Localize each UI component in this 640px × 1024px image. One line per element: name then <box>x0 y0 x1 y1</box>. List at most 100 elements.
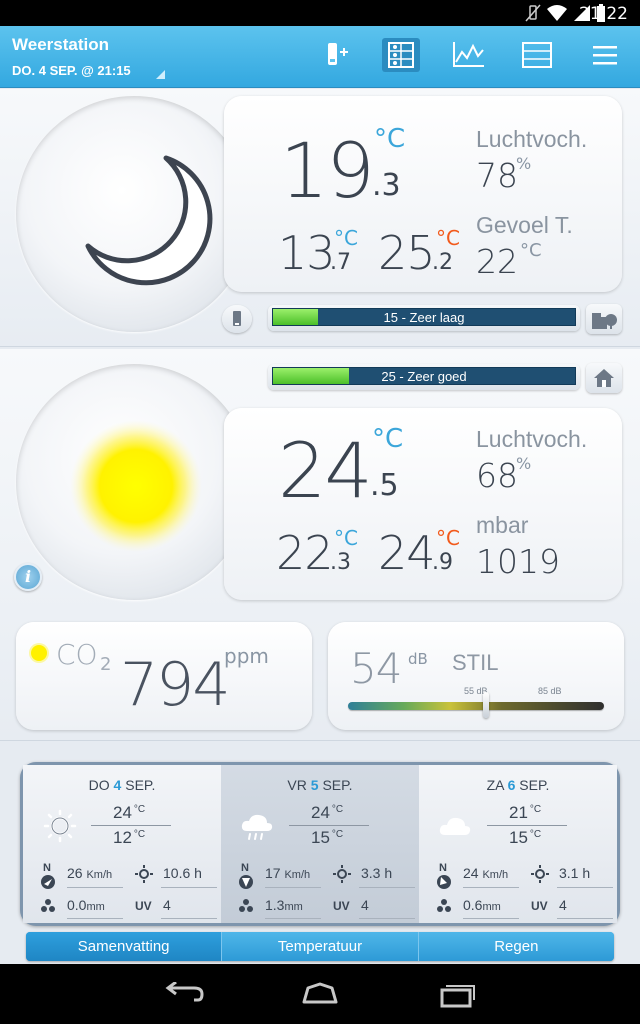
tab-samenvatting[interactable]: Samenvatting <box>26 932 223 961</box>
sunshine-icon <box>531 865 549 883</box>
indoor-comfort-fill <box>273 368 349 384</box>
outdoor-humidity-value: 78 <box>476 156 518 195</box>
forecast-wind: 17 Km/h <box>265 865 311 881</box>
outdoor-min-temperature: 13 <box>278 226 336 280</box>
status-time: 21:22 <box>579 4 628 24</box>
cloud-icon <box>439 817 471 835</box>
add-module-icon <box>328 43 348 65</box>
forecast-month: SEP. <box>125 777 156 793</box>
indoor-max-temperature-decimal: .9 <box>432 550 453 575</box>
outdoor-air-quality-fill <box>273 309 319 325</box>
forecast-dow: DO <box>88 777 110 793</box>
status-bar: 21:22 <box>0 0 640 26</box>
outdoor-temperature-unit: °C <box>374 124 406 154</box>
sun-icon <box>43 809 77 843</box>
forecast-rain: 0.0mm <box>67 897 105 913</box>
home-nav-icon[interactable] <box>300 982 340 1006</box>
outdoor-max-temperature: 25 <box>378 226 436 280</box>
forecast-uv: 4 <box>559 897 567 913</box>
forecast-high: 24 °C <box>311 803 344 822</box>
co2-label: CO <box>56 638 98 671</box>
city-tree-icon <box>592 313 617 329</box>
moon-icon <box>85 155 213 286</box>
tab-regen[interactable]: Regen <box>418 932 614 961</box>
graph-view-button[interactable] <box>450 38 488 72</box>
indoor-humidity-value: 68 <box>476 456 518 495</box>
outdoor-humidity-label: Luchtvoch. <box>476 126 588 152</box>
forecast-day[interactable]: VR 5 SEP. 24 °C 15 °C N 17 Km/h 3.3 h 1.3m… <box>221 765 419 923</box>
forecast-rain: 1.3mm <box>265 897 303 913</box>
noise-value: 54 <box>350 644 402 693</box>
outdoor-temperature-decimal: .3 <box>372 168 401 203</box>
indoor-comfort-bar[interactable]: 25 - Zeer goed <box>268 364 580 390</box>
outdoor-air-quality-text: 15 - Zeer laag <box>383 310 465 325</box>
city-pollution-button[interactable] <box>586 304 622 334</box>
forecast-day[interactable]: DO 4 SEP. 24 °C 12 °C N 26 Km/h 10.6 h 0.0… <box>23 765 221 923</box>
indoor-humidity-unit: % <box>516 454 532 473</box>
rain-cloud-icon <box>241 814 273 840</box>
co2-status-dot-icon <box>29 643 49 663</box>
forecast-month: SEP. <box>322 777 353 793</box>
feel-temperature-value: 22 <box>476 242 518 281</box>
forecast-month: SEP. <box>519 777 550 793</box>
co2-value: 794 <box>120 650 231 720</box>
forecast-low: 15 °C <box>509 828 542 847</box>
indoor-temperature-unit: °C <box>372 424 404 454</box>
outdoor-humidity-unit: % <box>516 154 532 173</box>
indoor-min-temperature-decimal: .3 <box>330 550 351 575</box>
indoor-temperature-decimal: .5 <box>370 468 399 503</box>
forecast-sunshine: 10.6 h <box>163 865 202 881</box>
outdoor-module-battery-button[interactable] <box>222 305 252 333</box>
vibrate-muted-icon <box>525 4 541 22</box>
recent-apps-icon[interactable] <box>438 982 478 1008</box>
indoor-max-temperature-unit: °C <box>436 526 460 550</box>
app-header: Weerstation DO. 4 SEP. @ 21:15 <box>0 26 640 88</box>
sun-icon <box>70 420 202 552</box>
indoor-humidity-label: Luchtvoch. <box>476 426 588 452</box>
uv-label: UV <box>333 899 350 913</box>
info-button[interactable]: i <box>14 563 42 591</box>
menu-button[interactable] <box>586 38 624 72</box>
tab-temperatuur[interactable]: Temperatuur <box>222 932 419 961</box>
forecast-high: 24 °C <box>113 803 146 822</box>
co2-card[interactable]: CO 2 794 ppm <box>16 622 312 730</box>
outdoor-air-quality-bar[interactable]: 15 - Zeer laag <box>268 305 580 331</box>
forecast-sunshine: 3.3 h <box>361 865 393 881</box>
measurement-date[interactable]: DO. 4 SEP. @ 21:15 <box>12 63 131 78</box>
sunshine-icon <box>135 865 153 883</box>
forecast-dow: VR <box>287 777 307 793</box>
line-graph-icon <box>453 42 484 67</box>
noise-card[interactable]: 54 dB STIL 55 dB 85 dB <box>328 622 624 730</box>
wind-direction-icon <box>41 875 55 889</box>
info-icon: i <box>24 567 32 586</box>
date-dropdown-indicator[interactable] <box>156 70 165 79</box>
indoor-weather-orb[interactable] <box>16 364 252 600</box>
back-icon[interactable] <box>164 982 204 1006</box>
outdoor-readings-card[interactable]: 19 .3 °C 13 .7 °C 25 .2 °C Luchtvoch. 78… <box>224 96 622 292</box>
feel-temperature-label: Gevoel T. <box>476 212 573 238</box>
forecast-high: 21 °C <box>509 803 542 822</box>
app-title: Weerstation <box>12 35 109 54</box>
outdoor-min-temperature-unit: °C <box>334 226 358 250</box>
outdoor-temperature: 19 <box>280 126 375 215</box>
feel-temperature-unit: °C <box>520 240 542 261</box>
sunshine-icon <box>333 865 351 883</box>
forecast-wind: 24 Km/h <box>463 865 509 881</box>
indoor-readings-card[interactable]: 24 .5 °C 22 .3 °C 24 .9 °C Luchtvoch. 68… <box>224 408 622 600</box>
forecast-low: 12 °C <box>113 828 146 847</box>
system-navigation-bar <box>0 964 640 1024</box>
home-icon <box>594 369 614 387</box>
forecast-rain: 0.6mm <box>463 897 501 913</box>
indoor-home-button[interactable] <box>586 363 622 393</box>
dashboard-view-button[interactable] <box>382 38 420 72</box>
forecast-dow: ZA <box>486 777 504 793</box>
add-module-button[interactable] <box>316 38 354 72</box>
forecast-day[interactable]: ZA 6 SEP. 21 °C 15 °C N 24 Km/h 3.1 h 0.6m… <box>419 765 617 923</box>
outdoor-weather-orb[interactable] <box>16 96 252 332</box>
noise-mark-85: 85 dB <box>538 686 562 696</box>
battery-status-icon <box>233 311 241 326</box>
co2-label-subscript: 2 <box>100 654 112 675</box>
list-view-button[interactable] <box>518 38 556 72</box>
indoor-min-temperature-unit: °C <box>334 526 358 550</box>
forecast-panel: DO 4 SEP. 24 °C 12 °C N 26 Km/h 10.6 h 0.0… <box>20 762 620 926</box>
